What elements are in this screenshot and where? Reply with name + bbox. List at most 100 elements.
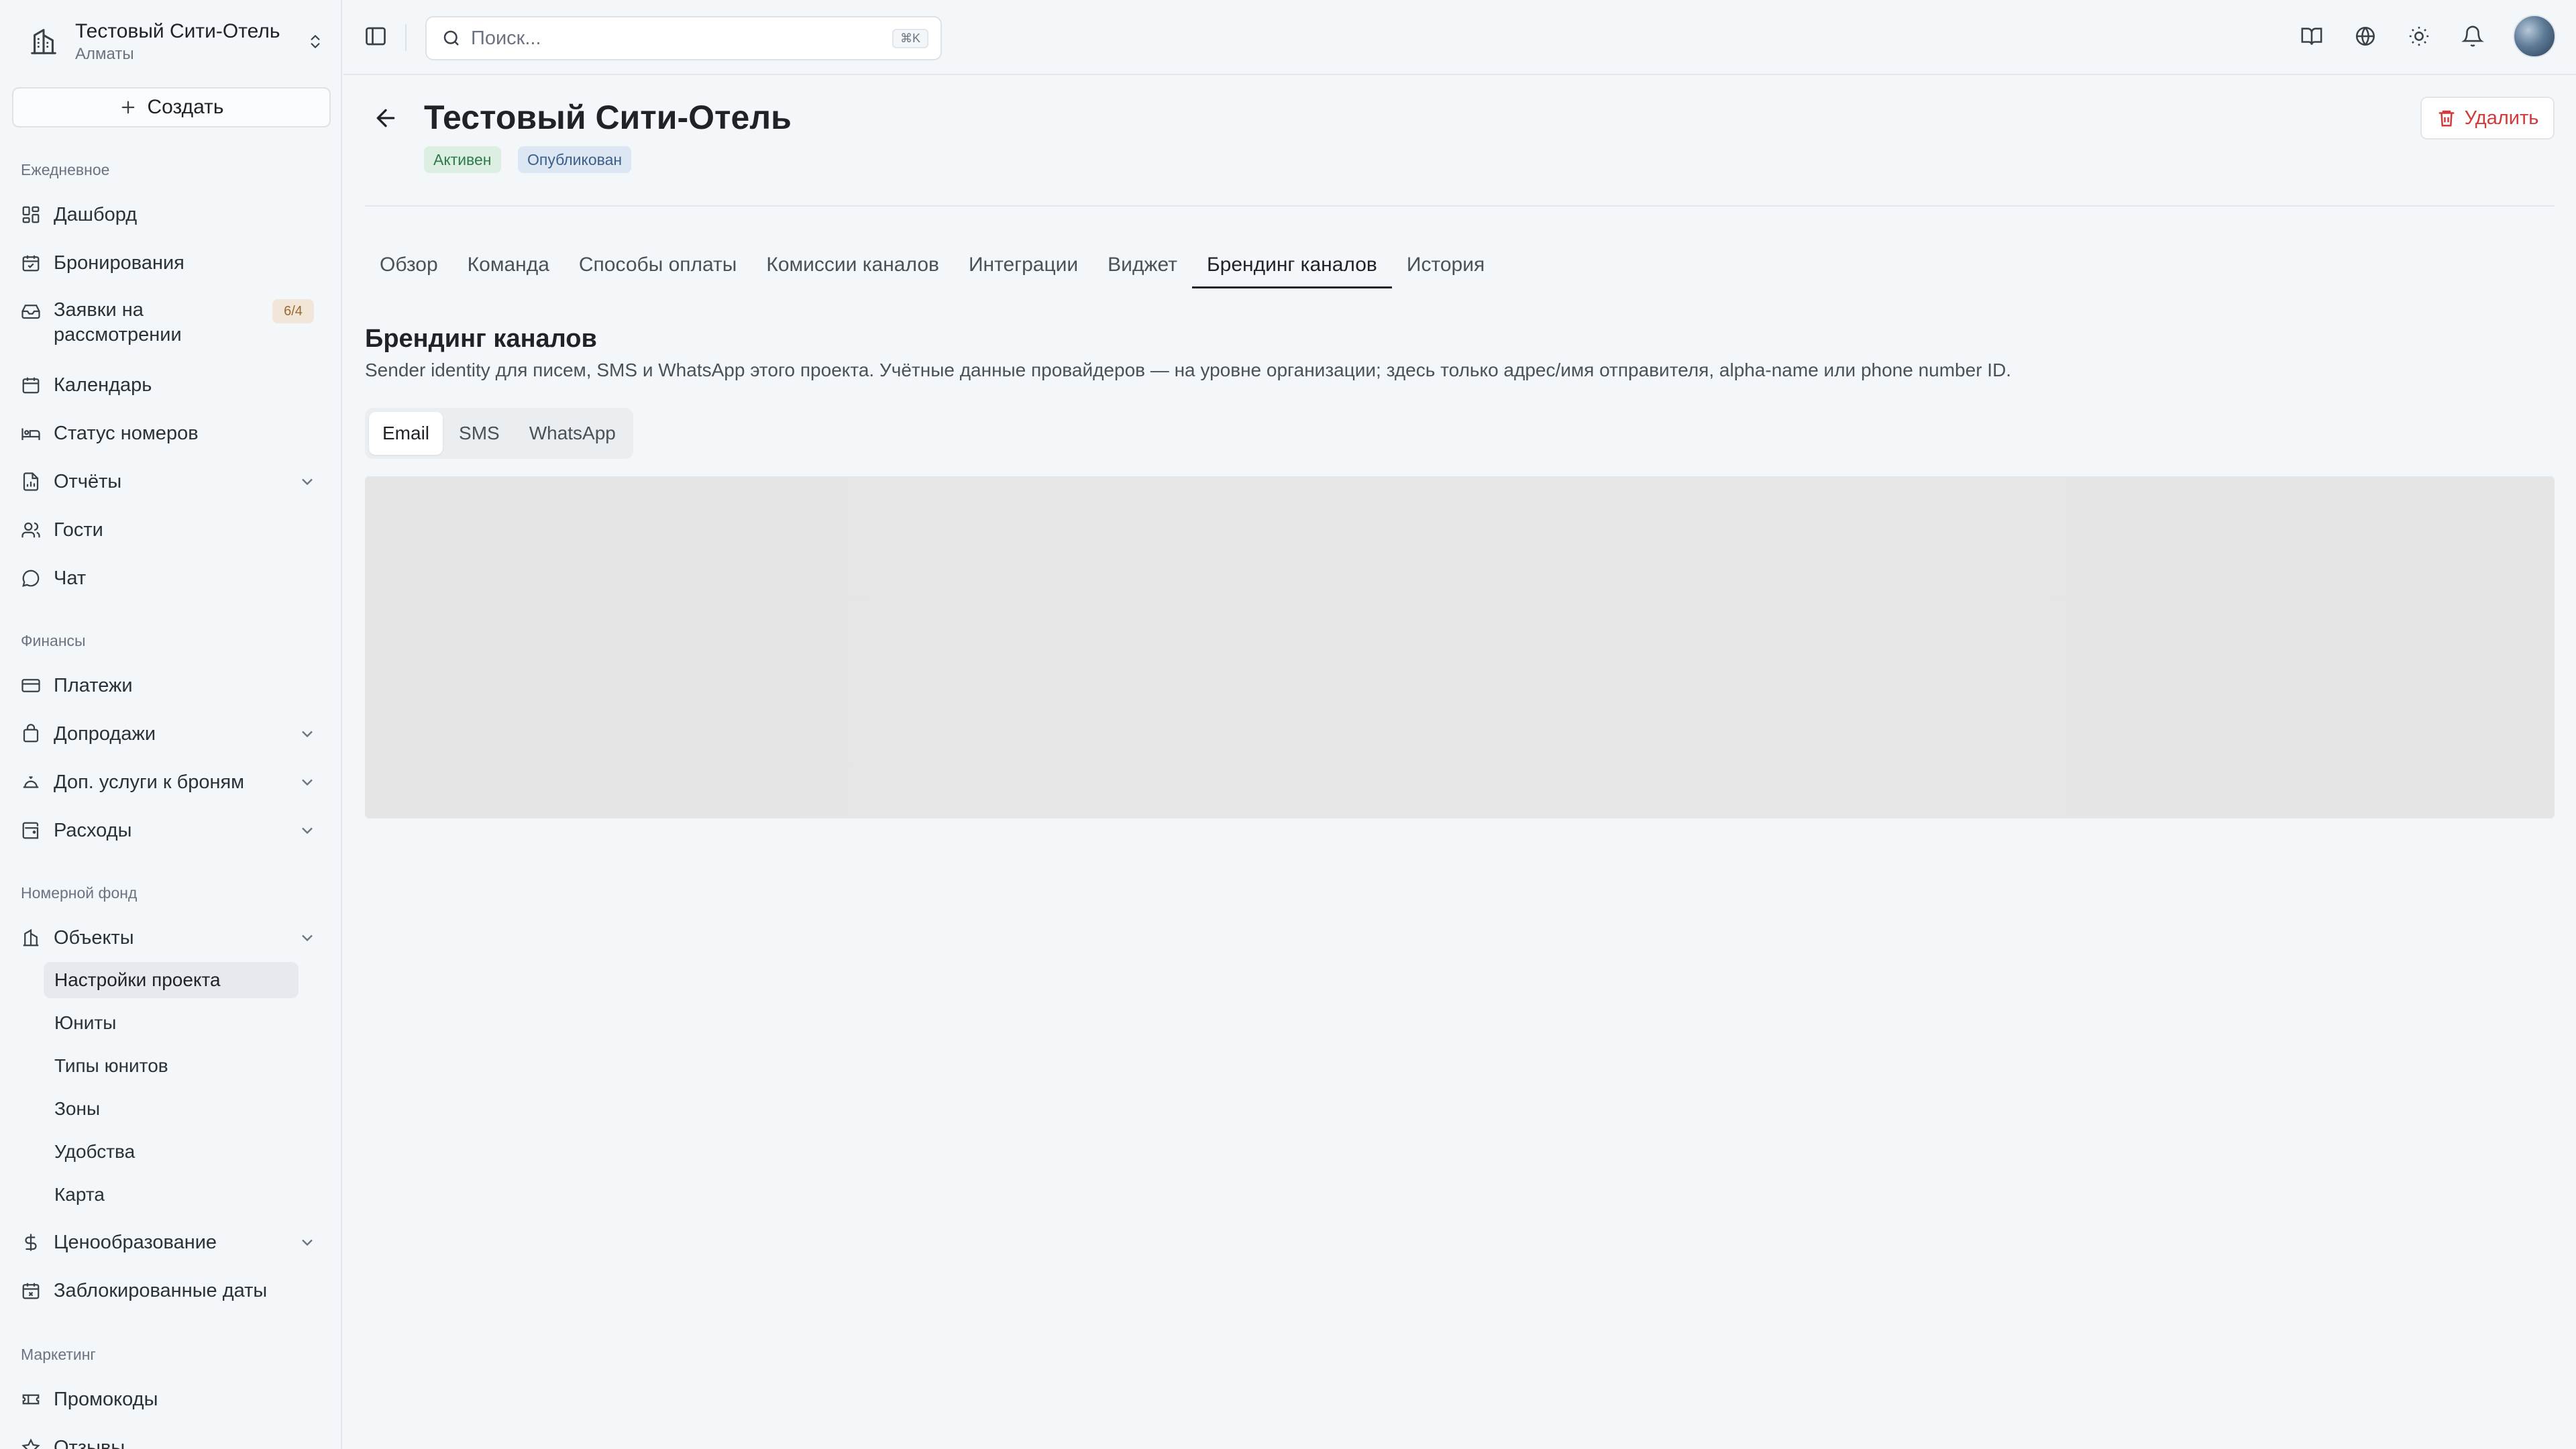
sidebar-item-label: Дашборд (54, 203, 138, 225)
status-badge-published: Опубликован (518, 146, 632, 173)
loading-skeleton (365, 476, 2555, 818)
org-name: Тестовый Сити-Отель (75, 20, 280, 42)
sidebar-item-extra-services[interactable]: Доп. услуги к броням (20, 762, 322, 802)
section-daily: Ежедневное (21, 161, 110, 178)
sidebar-subitem-units[interactable]: Юниты (44, 1005, 299, 1041)
search-shortcut: ⌘K (892, 28, 928, 48)
sidebar-item-upsells[interactable]: Допродажи (20, 714, 322, 754)
delete-button[interactable]: Удалить (2420, 97, 2555, 140)
sidebar-item-label: Заблокированные даты (54, 1279, 268, 1301)
back-arrow-icon[interactable] (372, 105, 402, 134)
section-marketing: Маркетинг (21, 1346, 96, 1363)
header-divider (365, 205, 2555, 207)
chevron-down-icon (302, 1239, 313, 1246)
top-actions (2298, 15, 2556, 58)
sidebar-item-label: Объекты (54, 926, 134, 949)
sidebar-item-expenses[interactable]: Расходы (20, 810, 322, 851)
search-box[interactable]: ⌘K (425, 16, 942, 60)
sidebar-item-label: Гости (54, 519, 103, 541)
status-badge-active: Активен (424, 146, 501, 173)
tab-widget[interactable]: Виджет (1093, 241, 1192, 288)
sidebar: Тестовый Сити-Отель Алматы Создать Ежедн… (0, 0, 342, 1449)
sidebar-item-requests[interactable]: Заявки на рассмотрении 6/4 (20, 295, 322, 356)
chat-icon (20, 568, 42, 589)
org-switcher[interactable]: Тестовый Сити-Отель Алматы (20, 15, 329, 68)
sidebar-item-guests[interactable]: Гости (20, 510, 322, 550)
top-bar: ⌘K (343, 0, 2576, 75)
sidebar-item-label: Допродажи (54, 722, 156, 745)
tab-channel-branding[interactable]: Брендинг каналов (1191, 241, 1392, 288)
tab-integrations[interactable]: Интеграции (954, 241, 1093, 288)
chevron-down-icon (302, 731, 313, 738)
bell-icon[interactable] (2459, 23, 2486, 50)
sidebar-item-blocked-dates[interactable]: Заблокированные даты (20, 1271, 322, 1311)
sidebar-item-reports[interactable]: Отчёты (20, 462, 322, 502)
plus-icon (122, 101, 135, 114)
star-icon (20, 1437, 42, 1449)
sidebar-item-label: Заявки на рассмотрении (54, 299, 182, 345)
sidebar-item-room-status[interactable]: Статус номеров (20, 413, 322, 453)
shopping-bag-icon (20, 723, 42, 745)
sidebar-item-objects[interactable]: Объекты (20, 918, 322, 958)
tab-channel-commissions[interactable]: Комиссии каналов (751, 241, 954, 288)
sidebar-item-chat[interactable]: Чат (20, 558, 322, 598)
sidebar-item-payments[interactable]: Платежи (20, 665, 322, 706)
sidebar-subitem-map[interactable]: Карта (44, 1177, 299, 1213)
sidebar-item-label: Отчёты (54, 470, 122, 492)
section-description: Sender identity для писем, SMS и WhatsAp… (365, 360, 2012, 380)
search-input[interactable] (471, 27, 892, 50)
sidebar-item-label: Промокоды (54, 1388, 158, 1410)
inbox-icon (20, 301, 42, 322)
building-icon (20, 927, 42, 949)
section-rooms: Номерной фонд (21, 884, 138, 902)
tab-payment-methods[interactable]: Способы оплаты (564, 241, 751, 288)
book-open-icon[interactable] (2298, 23, 2325, 50)
sidebar-item-promocodes[interactable]: Промокоды (20, 1379, 322, 1419)
calendar-check-icon (20, 252, 42, 274)
chevron-down-icon (302, 934, 313, 942)
chevron-down-icon (302, 827, 313, 835)
calendar-x-icon (20, 1280, 42, 1301)
sidebar-subitem-amenities[interactable]: Удобства (44, 1134, 299, 1170)
chevron-down-icon (302, 779, 313, 786)
toolbar-divider (405, 24, 407, 51)
calendar-icon (20, 374, 42, 396)
tab-overview[interactable]: Обзор (365, 241, 453, 288)
dashboard-icon (20, 204, 42, 225)
section-finance: Финансы (21, 632, 86, 649)
sidebar-subitem-unit-types[interactable]: Типы юнитов (44, 1048, 299, 1084)
project-tabs: Обзор Команда Способы оплаты Комиссии ка… (365, 241, 1499, 288)
concierge-bell-icon (20, 771, 42, 793)
sidebar-item-label: Календарь (54, 374, 152, 396)
channel-tab-sms[interactable]: SMS (445, 412, 513, 455)
org-city: Алматы (75, 45, 134, 63)
bed-icon (20, 423, 42, 444)
requests-count-badge: 6/4 (272, 299, 314, 323)
dollar-icon (20, 1232, 42, 1253)
search-icon (443, 30, 459, 46)
page-title: Тестовый Сити-Отель (424, 99, 792, 136)
channel-switcher: Email SMS WhatsApp (365, 408, 633, 459)
sidebar-item-dashboard[interactable]: Дашборд (20, 195, 322, 235)
channel-tab-whatsapp[interactable]: WhatsApp (516, 412, 629, 455)
sidebar-item-label: Чат (54, 567, 87, 589)
sidebar-item-calendar[interactable]: Календарь (20, 365, 322, 405)
users-icon (20, 519, 42, 541)
sidebar-item-bookings[interactable]: Бронирования (20, 243, 322, 283)
globe-icon[interactable] (2352, 23, 2379, 50)
user-avatar[interactable] (2513, 15, 2556, 58)
sidebar-subitem-project-settings[interactable]: Настройки проекта (44, 962, 299, 998)
sidebar-item-reviews[interactable]: Отзывы (20, 1428, 322, 1449)
building-icon (20, 18, 67, 65)
sun-icon[interactable] (2406, 23, 2432, 50)
sidebar-item-pricing[interactable]: Ценообразование (20, 1222, 322, 1263)
tab-history[interactable]: История (1392, 241, 1499, 288)
sidebar-subitem-zones[interactable]: Зоны (44, 1091, 299, 1127)
wallet-icon (20, 820, 42, 841)
tab-team[interactable]: Команда (453, 241, 564, 288)
channel-tab-email[interactable]: Email (369, 412, 443, 455)
sidebar-item-label: Статус номеров (54, 422, 199, 444)
create-button[interactable]: Создать (12, 87, 331, 127)
sidebar-toggle-icon[interactable] (364, 24, 390, 51)
chevrons-up-down-icon (302, 21, 329, 62)
